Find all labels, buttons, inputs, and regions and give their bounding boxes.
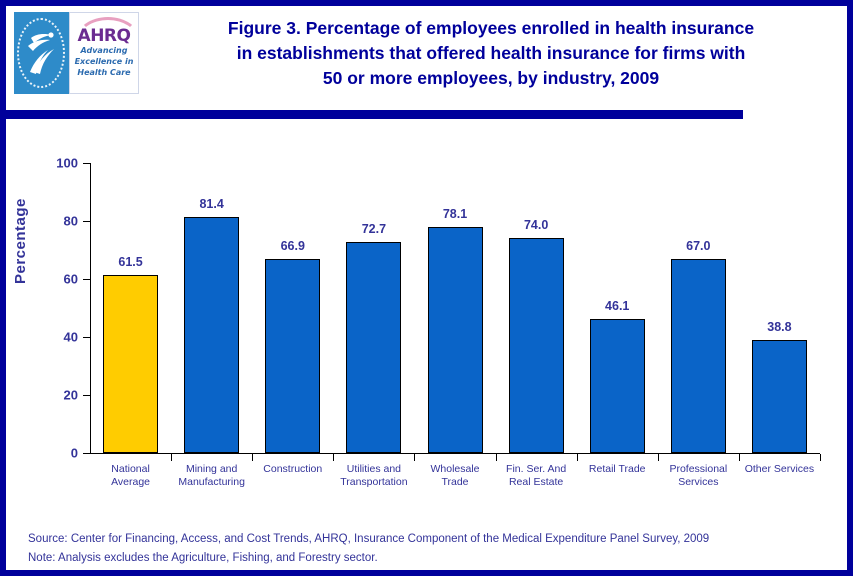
page-title-line-1: Figure 3. Percentage of employees enroll… — [227, 18, 755, 38]
bar — [427, 226, 483, 453]
bar — [589, 319, 645, 453]
y-tick: 80 — [64, 214, 90, 229]
bar — [103, 274, 159, 453]
page-title-line-3: 50 or more employees, by industry, 2009 — [322, 68, 660, 88]
bar — [508, 238, 564, 453]
y-tick: 60 — [64, 272, 90, 287]
plot-area: 0 20 40 60 80 100 61.5 81.4 66.9 72.7 78.1 74.0 46.… — [56, 156, 821, 461]
agency-logo: AHRQ Advancing Excellence in Health Care — [14, 12, 139, 94]
footnotes: Source: Center for Financing, Access, an… — [28, 530, 828, 568]
x-category-label-line: Manufacturing — [178, 476, 245, 488]
x-tick — [414, 454, 415, 461]
ahrq-arc-icon — [76, 17, 138, 40]
figure-header: AHRQ Advancing Excellence in Health Care… — [6, 6, 847, 119]
x-category-label-line: Real Estate — [508, 476, 564, 488]
x-tick — [252, 454, 253, 461]
y-tick-label: 100 — [56, 155, 78, 171]
ahrq-tagline-line3: Health Care — [77, 68, 131, 77]
hhs-seal-icon — [14, 12, 69, 94]
analysis-note: Note: Analysis excludes the Agriculture,… — [28, 552, 378, 564]
y-tick-label: 80 — [63, 213, 78, 229]
bar-value-label: 66.9 — [280, 238, 305, 253]
bar-value-label: 67.0 — [686, 238, 711, 253]
bar-value-label: 74.0 — [523, 218, 549, 233]
page-title: Figure 3. Percentage of employees enroll… — [156, 16, 826, 91]
x-tick — [333, 454, 334, 461]
bar-value-label: 81.4 — [199, 196, 224, 211]
figure-page: AHRQ Advancing Excellence in Health Care… — [0, 0, 853, 576]
ahrq-logo: AHRQ Advancing Excellence in Health Care — [69, 12, 139, 94]
bar — [265, 259, 321, 453]
y-tick: 40 — [64, 330, 90, 345]
x-tick — [820, 454, 821, 461]
page-title-line-2: in establishments that offered health in… — [236, 43, 746, 63]
y-axis-title: Percentage — [12, 198, 29, 284]
bar — [670, 258, 726, 453]
y-tick-label: 40 — [63, 329, 78, 345]
x-tick — [739, 454, 740, 461]
bar-value-label: 72.7 — [361, 222, 387, 237]
ahrq-tagline-line1: Advancing — [80, 46, 128, 55]
x-tick — [577, 454, 578, 461]
y-tick: 0 — [71, 446, 90, 461]
bar-value-label: 78.1 — [442, 206, 468, 221]
hhs-eagle-icon — [28, 32, 54, 74]
bar — [751, 340, 807, 453]
x-axis-line — [90, 453, 820, 454]
x-tick — [171, 454, 172, 461]
bar-chart: Percentage 0 20 40 60 80 100 61.5 81.4 66.9 72.7… — [6, 124, 847, 514]
y-tick: 100 — [56, 156, 90, 171]
y-axis-line — [90, 163, 91, 454]
bar — [184, 216, 240, 453]
bar-value-label: 46.1 — [605, 299, 630, 314]
ahrq-tagline-line2: Excellence in — [74, 57, 134, 66]
x-category-label: Other Services — [731, 463, 827, 476]
x-tick — [658, 454, 659, 461]
bar-value-label: 38.8 — [767, 320, 792, 335]
x-category-label-line: Other Services — [744, 463, 815, 475]
source-note: Source: Center for Financing, Access, an… — [28, 533, 710, 545]
header-divider — [6, 110, 743, 119]
x-tick — [496, 454, 497, 461]
y-tick-label: 60 — [63, 271, 78, 287]
bar-value-label: 61.5 — [118, 254, 143, 269]
x-category-label-line: Services — [678, 476, 719, 488]
y-tick: 20 — [64, 388, 90, 403]
y-tick-label: 0 — [70, 445, 78, 461]
bar — [346, 242, 402, 453]
y-tick-label: 20 — [63, 387, 78, 403]
